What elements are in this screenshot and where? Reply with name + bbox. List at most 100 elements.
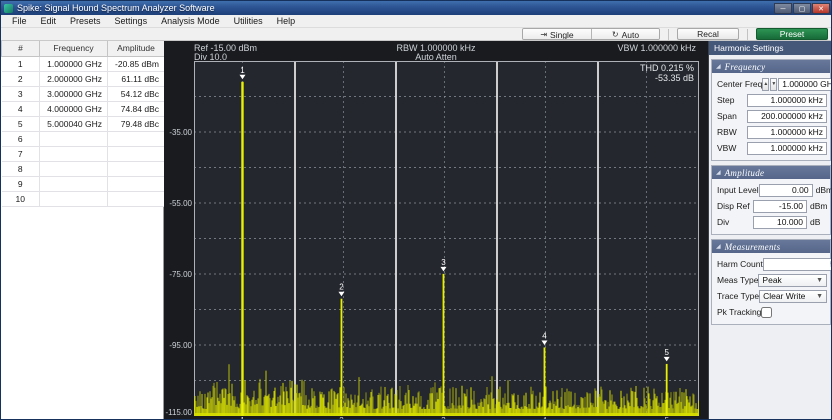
settings-panel: Harmonic Settings ◢ Frequency Center Fre… xyxy=(708,41,832,420)
cell-frequency: 1.000000 GHz xyxy=(40,56,108,71)
menu-item-presets[interactable]: Presets xyxy=(63,15,108,28)
single-sweep-label: Single xyxy=(550,30,574,40)
settings-panel-title: Harmonic Settings xyxy=(709,41,832,55)
maximize-button[interactable]: ▢ xyxy=(793,3,811,14)
spectrum-display: Ref -15.00 dBm Div 10.0 RBW 1.000000 kHz… xyxy=(164,41,708,420)
auto-sweep-button[interactable]: ↻ Auto xyxy=(591,29,659,40)
table-row[interactable]: 7 xyxy=(2,146,165,161)
field-input-level: Input Level dBm xyxy=(715,182,827,198)
menu-item-utilities[interactable]: Utilities xyxy=(227,15,270,28)
title-bar[interactable]: Spike: Signal Hound Spectrum Analyzer So… xyxy=(1,1,832,15)
harm-count-input[interactable] xyxy=(763,258,832,271)
spectrum-svg: 12345 xyxy=(194,61,699,416)
single-sweep-button[interactable]: ⇥ Single xyxy=(523,29,591,40)
auto-sweep-label: Auto xyxy=(622,30,640,40)
table-row[interactable]: 10 xyxy=(2,191,165,206)
menu-item-edit[interactable]: Edit xyxy=(34,15,64,28)
toolbar: ⇥ Single ↻ Auto Recal Preset xyxy=(1,28,832,41)
spin-down-icon: ▼ xyxy=(771,81,776,87)
chevron-down-icon: ▼ xyxy=(816,277,823,284)
plot-area[interactable]: 12345 xyxy=(194,61,699,416)
section-header-amplitude[interactable]: ◢ Amplitude xyxy=(712,166,830,179)
cell-amplitude xyxy=(108,161,165,176)
disp-ref-label: Disp Ref xyxy=(715,201,753,211)
vbw-input[interactable] xyxy=(747,142,827,155)
cell-amplitude xyxy=(108,176,165,191)
section-label-measurements: Measurements xyxy=(725,242,781,252)
collapse-icon: ◢ xyxy=(716,64,721,70)
field-center-freq: Center Freq ▲ ▼ xyxy=(715,76,827,92)
table-row[interactable]: 9 xyxy=(2,176,165,191)
col-header-frequency: Frequency xyxy=(40,41,108,56)
cell-amplitude: 54.12 dBc xyxy=(108,86,165,101)
cell-number: 2 xyxy=(2,71,40,86)
trace-type-select[interactable]: Clear Write ▼ xyxy=(759,290,827,303)
input-level-input[interactable] xyxy=(759,184,813,197)
field-trace-type: Trace Type Clear Write ▼ xyxy=(715,288,827,304)
cell-frequency: 5.000040 GHz xyxy=(40,116,108,131)
section-body-measurements: Harm Count Meas Type Peak ▼ Trace Type xyxy=(712,253,830,324)
recal-button[interactable]: Recal xyxy=(677,28,739,40)
cell-amplitude: -20.85 dBm xyxy=(108,56,165,71)
single-sweep-icon: ⇥ xyxy=(540,30,547,40)
cell-amplitude: 74.84 dBc xyxy=(108,101,165,116)
auto-sweep-icon: ↻ xyxy=(612,30,619,40)
field-harm-count: Harm Count xyxy=(715,256,827,272)
svg-text:2: 2 xyxy=(339,283,344,292)
table-row[interactable]: 44.000000 GHz74.84 dBc xyxy=(2,101,165,116)
field-div: Div dB xyxy=(715,214,827,230)
table-row[interactable]: 55.000040 GHz79.48 dBc xyxy=(2,116,165,131)
center-freq-step-up-button[interactable]: ▲ xyxy=(762,78,769,91)
toolbar-separator xyxy=(747,29,748,40)
table-row[interactable]: 6 xyxy=(2,131,165,146)
vbw-label: VBW 1.000000 kHz xyxy=(617,43,696,53)
y-axis-label: -95.00 xyxy=(152,341,192,350)
x-axis-label: 3 xyxy=(441,416,445,420)
meas-type-value: Peak xyxy=(762,275,816,285)
close-button[interactable]: ✕ xyxy=(812,3,830,14)
table-row[interactable]: 8 xyxy=(2,161,165,176)
field-step: Step xyxy=(715,92,827,108)
pk-tracking-label: Pk Tracking xyxy=(715,307,761,317)
cell-number: 3 xyxy=(2,86,40,101)
center-freq-input[interactable] xyxy=(778,78,832,91)
main-content: # Frequency Amplitude 11.000000 GHz-20.8… xyxy=(1,41,832,420)
menu-item-analysis-mode[interactable]: Analysis Mode xyxy=(154,15,227,28)
spin-up-icon: ▲ xyxy=(763,81,768,87)
minimize-button[interactable]: ─ xyxy=(774,3,792,14)
pk-tracking-checkbox[interactable] xyxy=(761,307,772,318)
field-pk-tracking: Pk Tracking xyxy=(715,304,827,320)
rbw-input[interactable] xyxy=(747,126,827,139)
preset-button[interactable]: Preset xyxy=(756,28,828,40)
cell-number: 10 xyxy=(2,191,40,206)
y-axis-label: -55.00 xyxy=(152,199,192,208)
cell-frequency xyxy=(40,161,108,176)
step-input[interactable] xyxy=(747,94,827,107)
window-title: Spike: Signal Hound Spectrum Analyzer So… xyxy=(17,1,770,15)
table-row[interactable]: 11.000000 GHz-20.85 dBm xyxy=(2,56,165,71)
chevron-down-icon: ▼ xyxy=(816,293,823,300)
cell-number: 4 xyxy=(2,101,40,116)
svg-text:1: 1 xyxy=(240,66,245,75)
field-disp-ref: Disp Ref dBm xyxy=(715,198,827,214)
section-header-measurements[interactable]: ◢ Measurements xyxy=(712,240,830,253)
table-row[interactable]: 22.000000 GHz61.11 dBc xyxy=(2,71,165,86)
window-controls: ─ ▢ ✕ xyxy=(774,3,830,14)
center-freq-step-down-button[interactable]: ▼ xyxy=(770,78,777,91)
svg-text:5: 5 xyxy=(664,348,669,357)
menu-item-settings[interactable]: Settings xyxy=(108,15,155,28)
menu-item-file[interactable]: File xyxy=(5,15,34,28)
cell-frequency: 3.000000 GHz xyxy=(40,86,108,101)
menu-item-help[interactable]: Help xyxy=(270,15,303,28)
cell-number: 6 xyxy=(2,131,40,146)
span-input[interactable] xyxy=(747,110,827,123)
disp-ref-input[interactable] xyxy=(753,200,807,213)
table-row[interactable]: 33.000000 GHz54.12 dBc xyxy=(2,86,165,101)
rbw-field-label: RBW xyxy=(715,127,747,137)
field-span: Span xyxy=(715,108,827,124)
harmonics-table: # Frequency Amplitude 11.000000 GHz-20.8… xyxy=(1,41,165,207)
div-input[interactable] xyxy=(753,216,807,229)
section-header-frequency[interactable]: ◢ Frequency xyxy=(712,60,830,73)
meas-type-select[interactable]: Peak ▼ xyxy=(758,274,827,287)
cell-number: 7 xyxy=(2,146,40,161)
